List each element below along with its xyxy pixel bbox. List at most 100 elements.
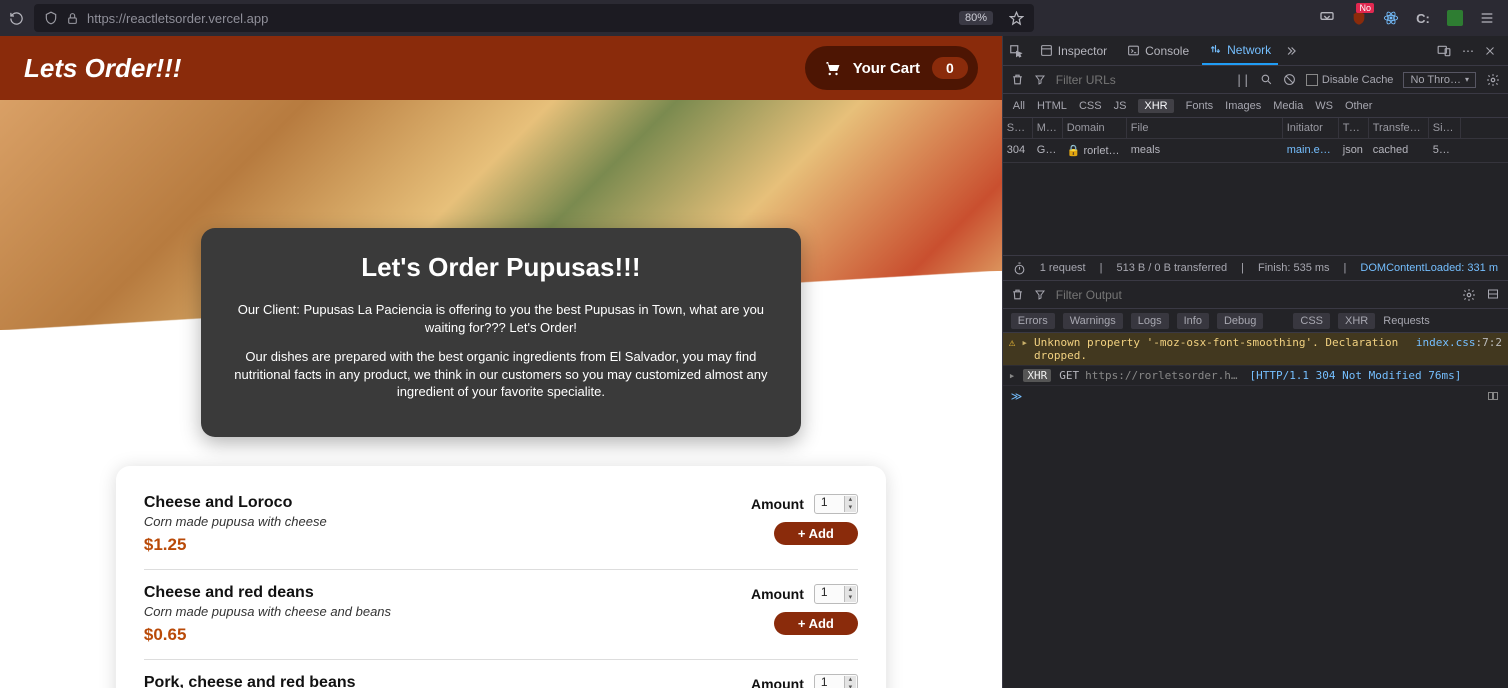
net-filter-fonts[interactable]: Fonts (1186, 100, 1214, 112)
react-devtools-icon[interactable] (1382, 9, 1400, 27)
net-filter-xhr[interactable]: XHR (1138, 99, 1173, 113)
console-filter-logs[interactable]: Logs (1131, 313, 1169, 329)
filter-urls-input[interactable] (1056, 73, 1211, 87)
bookmark-star-icon[interactable] (1009, 11, 1024, 26)
trash-icon[interactable] (1011, 288, 1024, 301)
status-requests: 1 request (1040, 262, 1086, 274)
settings-gear-icon[interactable] (1462, 288, 1476, 302)
net-filter-ws[interactable]: WS (1315, 100, 1333, 112)
tab-network-label: Network (1227, 43, 1271, 57)
col-initiator[interactable]: Initiator (1283, 118, 1339, 138)
console-filter-warnings[interactable]: Warnings (1063, 313, 1123, 329)
item-name: Pork, cheese and red beans (144, 674, 492, 688)
site-header: Lets Order!!! Your Cart 0 (0, 36, 1002, 100)
search-icon[interactable] (1260, 73, 1273, 86)
add-button[interactable]: + Add (774, 612, 858, 635)
net-filter-css[interactable]: CSS (1079, 100, 1102, 112)
col-file[interactable]: File (1127, 118, 1283, 138)
hamburger-menu-icon[interactable] (1478, 9, 1496, 27)
amount-input[interactable]: 1▴▾ (814, 674, 858, 688)
net-filter-all[interactable]: All (1013, 100, 1025, 112)
amount-input[interactable]: 1▴▾ (814, 584, 858, 604)
cart-button[interactable]: Your Cart 0 (805, 46, 978, 90)
trash-icon[interactable] (1011, 73, 1024, 86)
filter-funnel-icon[interactable] (1034, 74, 1046, 86)
col-transferred[interactable]: Transfer… (1369, 118, 1429, 138)
col-type[interactable]: Ty… (1339, 118, 1369, 138)
cart-count-badge: 0 (932, 57, 968, 79)
cell-initiator[interactable]: main.ec… (1283, 139, 1339, 162)
warning-location[interactable]: index.css:7:2 (1416, 336, 1502, 362)
disable-cache-checkbox[interactable]: Disable Cache (1306, 74, 1394, 86)
expand-arrow-icon[interactable]: ▸ (1021, 336, 1028, 362)
pocket-icon[interactable] (1318, 9, 1336, 27)
tab-network[interactable]: Network (1202, 36, 1278, 65)
tab-console[interactable]: Console (1120, 36, 1196, 65)
console-filter-info[interactable]: Info (1177, 313, 1209, 329)
pick-element-icon[interactable] (1009, 44, 1027, 58)
console-filter-xhr[interactable]: XHR (1338, 313, 1375, 329)
tab-console-label: Console (1145, 44, 1189, 58)
console-filter-css[interactable]: CSS (1293, 313, 1330, 329)
add-button[interactable]: + Add (774, 522, 858, 545)
col-size[interactable]: Si… (1429, 118, 1461, 138)
responsive-mode-icon[interactable] (1436, 44, 1454, 58)
devtools-menu-icon[interactable]: ⋯ (1460, 44, 1478, 58)
console-filter-debug[interactable]: Debug (1217, 313, 1263, 329)
zoom-badge[interactable]: 80% (959, 11, 993, 25)
menu-card: Cheese and LorocoCorn made pupusa with c… (116, 466, 886, 688)
net-filter-other[interactable]: Other (1345, 100, 1373, 112)
menu-item: Pork, cheese and red beansCorn made pupu… (144, 660, 858, 688)
ublock-icon[interactable]: No (1350, 9, 1368, 27)
cell-type: json (1339, 139, 1369, 162)
console-filter-errors[interactable]: Errors (1011, 313, 1055, 329)
devtools-close-icon[interactable] (1484, 45, 1502, 57)
col-domain[interactable]: Domain (1063, 118, 1127, 138)
item-description: Corn made pupusa with cheese (144, 514, 327, 529)
item-price: $1.25 (144, 535, 327, 555)
net-filter-js[interactable]: JS (1114, 100, 1127, 112)
settings-gear-icon[interactable] (1486, 73, 1500, 87)
stopwatch-icon[interactable] (1013, 262, 1026, 275)
cell-status: 304 (1003, 139, 1033, 162)
block-icon[interactable] (1283, 73, 1296, 86)
quantity-stepper[interactable]: ▴▾ (844, 496, 856, 512)
network-row[interactable]: 304 GET 🔒rorlet… meals main.ec… json cac… (1003, 139, 1508, 163)
url-bar[interactable]: https://reactletsorder.vercel.app 80% (34, 4, 1034, 32)
col-method[interactable]: M… (1033, 118, 1063, 138)
info-title: Let's Order Pupusas!!! (231, 252, 771, 283)
throttle-select[interactable]: No Thro… ▾ (1403, 72, 1476, 88)
xhr-badge: XHR (1023, 369, 1051, 382)
tabs-overflow-icon[interactable] (1284, 44, 1302, 58)
filter-funnel-icon[interactable] (1034, 289, 1046, 301)
tab-inspector[interactable]: Inspector (1033, 36, 1114, 65)
console-filter-requests[interactable]: Requests (1383, 315, 1429, 327)
console-warning-line[interactable]: ⚠ ▸ Unknown property '-moz-osx-font-smoo… (1003, 333, 1508, 366)
extension-icon-green[interactable] (1446, 9, 1464, 27)
console-prompt[interactable]: ≫ (1003, 386, 1508, 407)
net-filter-html[interactable]: HTML (1037, 100, 1067, 112)
split-console-icon[interactable] (1486, 288, 1500, 302)
extension-icon-c[interactable]: C: (1414, 9, 1432, 27)
network-toolbar: || Disable Cache No Thro… ▾ (1003, 66, 1508, 94)
amount-input[interactable]: 1▴▾ (814, 494, 858, 514)
cart-label: Your Cart (853, 60, 920, 77)
cell-size: 51… (1429, 139, 1461, 162)
browser-extension-icons: No C: (1318, 9, 1500, 27)
col-status[interactable]: St… (1003, 118, 1033, 138)
status-transferred: 513 B / 0 B transferred (1116, 262, 1227, 274)
console-xhr-line[interactable]: ▸ XHR GET https://rorletsorder.h… [HTTP/… (1003, 366, 1508, 386)
expand-arrow-icon[interactable]: ▸ (1009, 369, 1016, 382)
quantity-stepper[interactable]: ▴▾ (844, 676, 856, 688)
reload-icon[interactable] (8, 10, 24, 26)
page-viewport: Lets Order!!! Your Cart 0 Let's Order Pu… (0, 36, 1002, 688)
item-description: Corn made pupusa with cheese and beans (144, 604, 391, 619)
net-filter-media[interactable]: Media (1273, 100, 1303, 112)
console-toolbar (1003, 281, 1508, 309)
pause-icon[interactable]: || (1235, 73, 1249, 87)
net-filter-images[interactable]: Images (1225, 100, 1261, 112)
book-icon[interactable] (1486, 390, 1500, 403)
filter-output-input[interactable] (1056, 288, 1211, 302)
status-dcl: DOMContentLoaded: 331 m (1360, 262, 1498, 274)
quantity-stepper[interactable]: ▴▾ (844, 586, 856, 602)
